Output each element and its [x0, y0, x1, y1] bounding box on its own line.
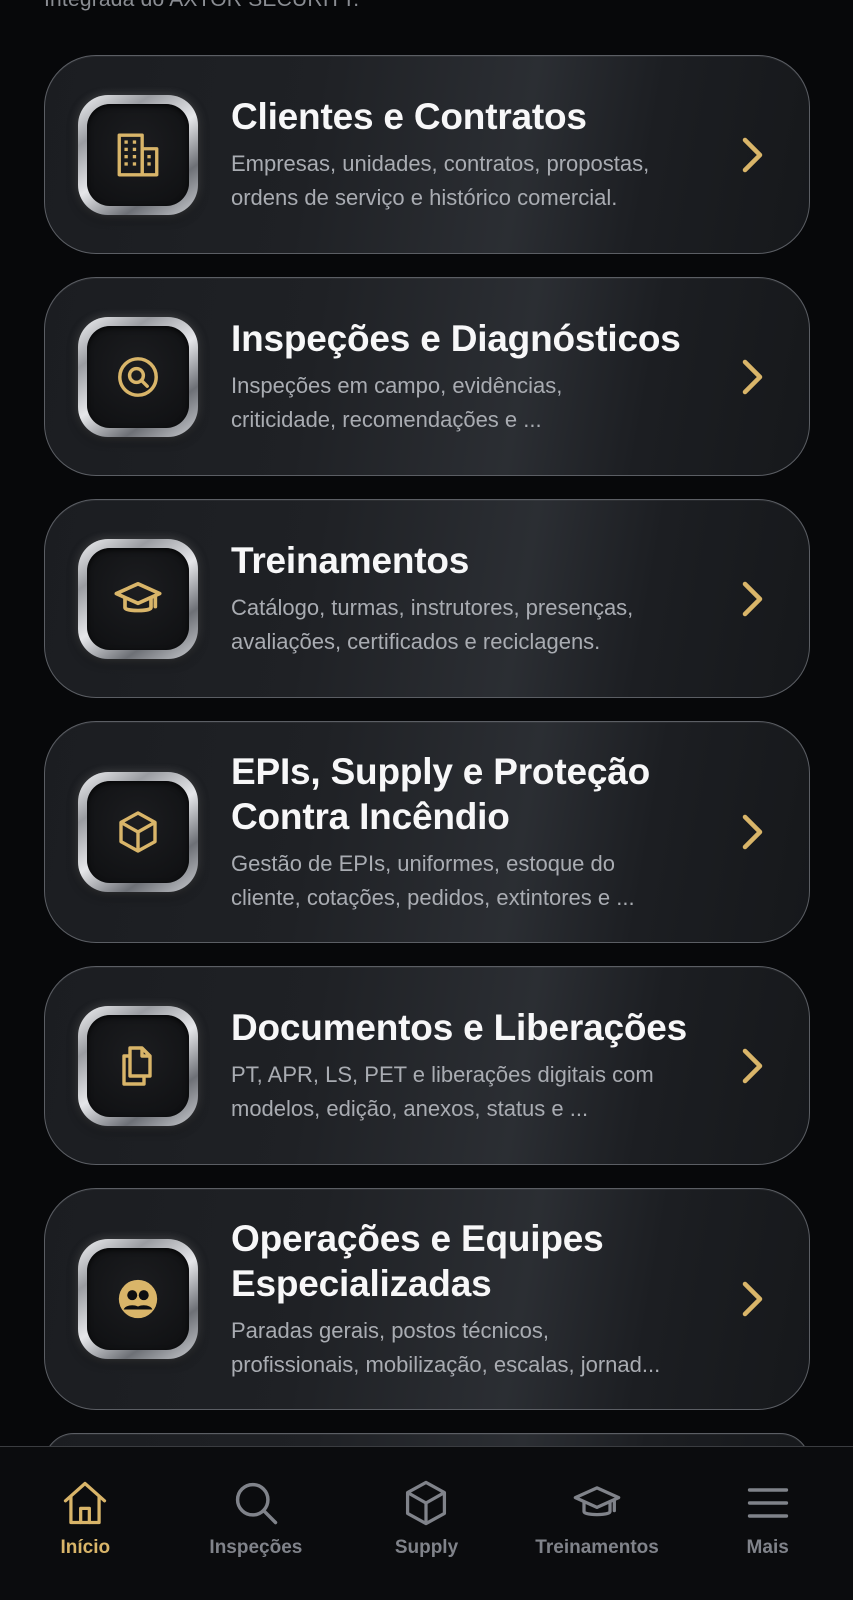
chevron-right-icon — [742, 1281, 763, 1317]
documents-icon — [122, 1045, 152, 1086]
chevron-right-icon — [742, 1048, 763, 1083]
module-description: Inspeções em campo, evidências, criticid… — [231, 373, 563, 432]
module-card-documentos[interactable]: Documentos e Liberações PT, APR, LS, PET… — [44, 966, 810, 1165]
icon-frame — [78, 538, 198, 659]
module-title: EPIs, Supply e Proteção Contra Incêndio — [231, 751, 650, 837]
graduation-cap-icon — [573, 1486, 621, 1517]
tab-label: Treinamentos — [535, 1537, 659, 1558]
icon-frame — [78, 316, 198, 437]
box-icon — [119, 811, 157, 853]
tab-treinamentos[interactable]: Treinamentos — [517, 1477, 677, 1559]
chevron-right-icon — [742, 581, 763, 616]
graduation-cap-icon — [114, 581, 162, 612]
tab-label: Supply — [394, 1537, 459, 1558]
tab-label: Inspeções — [209, 1537, 303, 1558]
search-icon — [235, 1482, 278, 1525]
chevron-right-icon — [742, 137, 763, 172]
module-description: Empresas, unidades, contratos, propostas… — [231, 151, 650, 210]
module-title: Treinamentos — [231, 540, 470, 581]
home-icon — [64, 1481, 107, 1525]
header-strip: Integrada do AXTOR SECURITY. — [0, 0, 853, 14]
chevron-right-icon — [742, 359, 763, 394]
module-card-operacoes[interactable]: Operações e Equipes Especializadas Parad… — [44, 1188, 810, 1410]
tab-inspecoes[interactable]: Inspeções — [176, 1477, 336, 1559]
box-icon — [406, 1480, 447, 1526]
module-card-treinamentos[interactable]: Treinamentos Catálogo, turmas, instrutor… — [44, 499, 810, 698]
module-description: Catálogo, turmas, instrutores, presenças… — [231, 595, 634, 654]
tab-label: Início — [60, 1537, 111, 1558]
module-title: Documentos e Liberações — [231, 1007, 687, 1048]
icon-frame — [78, 94, 198, 215]
chevron-right-icon — [742, 814, 763, 850]
search-circle-icon — [118, 356, 158, 397]
tab-mais[interactable]: Mais — [688, 1477, 848, 1559]
module-title: Clientes e Contratos — [231, 96, 587, 137]
module-description: Gestão de EPIs, uniformes, estoque do cl… — [231, 851, 635, 910]
header-subtitle: Integrada do AXTOR SECURITY. — [44, 0, 359, 12]
module-card-supply[interactable]: EPIs, Supply e Proteção Contra Incêndio … — [44, 721, 810, 943]
module-title: Operações e Equipes Especializadas — [231, 1218, 604, 1304]
menu-icon — [747, 1488, 788, 1518]
tab-inicio[interactable]: Início — [5, 1477, 165, 1559]
bottom-tab-bar: Início Inspeções Supply Treinamentos Mai… — [0, 1446, 853, 1600]
module-title: Inspeções e Diagnósticos — [231, 318, 681, 359]
module-card-clientes[interactable]: Clientes e Contratos Empresas, unidades,… — [44, 55, 810, 254]
icon-frame — [78, 1239, 198, 1359]
module-card-inspecoes[interactable]: Inspeções e Diagnósticos Inspeções em ca… — [44, 277, 810, 476]
module-description: PT, APR, LS, PET e liberações digitais c… — [231, 1062, 654, 1121]
icon-frame — [78, 772, 198, 892]
building-icon — [117, 133, 159, 176]
team-icon — [118, 1279, 158, 1319]
tab-label: Mais — [746, 1537, 789, 1558]
module-description: Paradas gerais, postos técnicos, profiss… — [231, 1318, 661, 1377]
tab-supply[interactable]: Supply — [346, 1477, 506, 1559]
icon-frame — [78, 1005, 198, 1126]
module-list: Clientes e Contratos Empresas, unidades,… — [44, 55, 810, 1493]
